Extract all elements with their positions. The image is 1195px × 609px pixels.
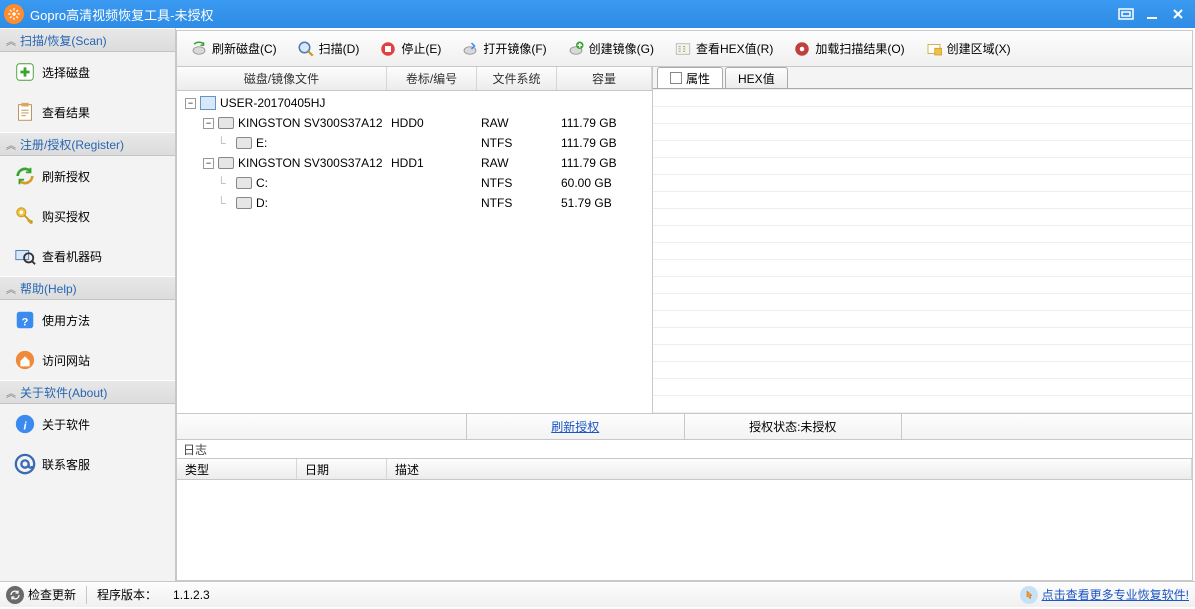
nav-clipboard[interactable]: 查看结果: [0, 92, 175, 132]
accordion-header[interactable]: ︽注册/授权(Register): [0, 132, 175, 156]
open-image-icon: [461, 40, 479, 58]
log-col-desc[interactable]: 描述: [387, 459, 1192, 479]
tree-row[interactable]: −KINGSTON SV300S37A12HDD1RAW111.79 GB: [177, 153, 652, 173]
hex-icon: [674, 40, 692, 58]
disk-icon: [218, 157, 234, 169]
toolbar-refresh-disk[interactable]: 刷新磁盘(C): [181, 34, 286, 64]
computer-icon: [200, 96, 216, 110]
disk-icon: [218, 117, 234, 129]
partition-icon: [236, 197, 252, 209]
toolbar-open-image[interactable]: 打开镜像(F): [452, 34, 555, 64]
close-button[interactable]: [1165, 3, 1191, 25]
chevron-up-icon: ︽: [6, 281, 16, 296]
at-icon: [14, 453, 36, 475]
load-icon: [793, 40, 811, 58]
accordion-header[interactable]: ︽关于软件(About): [0, 380, 175, 404]
detail-pane: 属性 HEX值: [653, 67, 1192, 413]
version-value: 1.1.2.3: [173, 588, 210, 602]
col-disk[interactable]: 磁盘/镜像文件: [177, 67, 387, 90]
toolbar-hex[interactable]: 查看HEX值(R): [665, 34, 782, 64]
log-col-date[interactable]: 日期: [297, 459, 387, 479]
tree-row[interactable]: └E:NTFS111.79 GB: [177, 133, 652, 153]
tree-row[interactable]: −USER-20170405HJ: [177, 93, 652, 113]
nav-info[interactable]: i关于软件: [0, 404, 175, 444]
log-section: 日志 类型 日期 描述: [177, 440, 1192, 580]
auth-bar: 刷新授权 授权状态:未授权: [177, 414, 1192, 440]
toolbar-load[interactable]: 加载扫描结果(O): [784, 34, 913, 64]
main-area: 刷新磁盘(C)扫描(D)停止(E)打开镜像(F)创建镜像(G)查看HEX值(R)…: [176, 30, 1193, 581]
log-col-type[interactable]: 类型: [177, 459, 297, 479]
accordion-header[interactable]: ︽扫描/恢复(Scan): [0, 28, 175, 52]
toolbar-region[interactable]: 创建区域(X): [916, 34, 1020, 64]
help-icon: ?: [14, 309, 36, 331]
nav-refresh[interactable]: 刷新授权: [0, 156, 175, 196]
tree-row[interactable]: −KINGSTON SV300S37A12HDD0RAW111.79 GB: [177, 113, 652, 133]
col-fs[interactable]: 文件系统: [477, 67, 557, 90]
col-size[interactable]: 容量: [557, 67, 652, 90]
nav-key[interactable]: 购买授权: [0, 196, 175, 236]
chevron-up-icon: ︽: [6, 137, 16, 152]
create-image-icon: [567, 40, 585, 58]
log-title: 日志: [177, 440, 1192, 458]
minimize-button[interactable]: [1139, 3, 1165, 25]
toolbar-search[interactable]: 扫描(D): [288, 34, 369, 64]
region-icon: [925, 40, 943, 58]
search-icon: [297, 40, 315, 58]
tree-row[interactable]: └D:NTFS51.79 GB: [177, 193, 652, 213]
tree-header: 磁盘/镜像文件 卷标/编号 文件系统 容量: [177, 67, 652, 91]
chevron-up-icon: ︽: [6, 385, 16, 400]
partition-icon: [236, 137, 252, 149]
detail-grid: [653, 89, 1192, 413]
chevron-up-icon: ︽: [6, 33, 16, 48]
disk-tree[interactable]: −USER-20170405HJ−KINGSTON SV300S37A12HDD…: [177, 91, 652, 413]
sidebar: ︽扫描/恢复(Scan)选择磁盘查看结果︽注册/授权(Register)刷新授权…: [0, 28, 176, 581]
titlebar: Gopro高清视频恢复工具-未授权: [0, 0, 1195, 28]
stop-icon: [379, 40, 397, 58]
info-icon: i: [14, 413, 36, 435]
plus-icon: [14, 61, 36, 83]
doc-icon: [670, 72, 682, 84]
partition-icon: [236, 177, 252, 189]
tree-toggle[interactable]: −: [203, 118, 214, 129]
check-update-button[interactable]: 检查更新: [6, 586, 87, 604]
tab-hex[interactable]: HEX值: [725, 67, 788, 88]
toolbar-stop[interactable]: 停止(E): [370, 34, 450, 64]
toolbar: 刷新磁盘(C)扫描(D)停止(E)打开镜像(F)创建镜像(G)查看HEX值(R)…: [177, 31, 1192, 67]
more-software-link[interactable]: 点击查看更多专业恢复软件!: [1020, 586, 1189, 604]
accordion-header[interactable]: ︽帮助(Help): [0, 276, 175, 300]
app-logo: [4, 4, 24, 24]
home-icon: [14, 349, 36, 371]
log-header: 类型 日期 描述: [177, 458, 1192, 480]
nav-lookup[interactable]: 查看机器码: [0, 236, 175, 276]
restore-button[interactable]: [1113, 3, 1139, 25]
tree-row[interactable]: └C:NTFS60.00 GB: [177, 173, 652, 193]
window-title: Gopro高清视频恢复工具-未授权: [30, 5, 1113, 24]
lookup-icon: [14, 245, 36, 267]
col-label[interactable]: 卷标/编号: [387, 67, 477, 90]
statusbar: 检查更新 程序版本： 1.1.2.3 点击查看更多专业恢复软件!: [0, 581, 1195, 607]
update-icon: [6, 586, 24, 604]
key-icon: [14, 205, 36, 227]
detail-tabs: 属性 HEX值: [653, 67, 1192, 89]
version-label: 程序版本：: [97, 586, 157, 603]
tab-properties[interactable]: 属性: [657, 67, 723, 88]
refresh-disk-icon: [190, 40, 208, 58]
nav-plus[interactable]: 选择磁盘: [0, 52, 175, 92]
toolbar-create-image[interactable]: 创建镜像(G): [558, 34, 663, 64]
clipboard-icon: [14, 101, 36, 123]
nav-at[interactable]: 联系客服: [0, 444, 175, 484]
refresh-icon: [14, 165, 36, 187]
nav-help[interactable]: ?使用方法: [0, 300, 175, 340]
disk-pane: 磁盘/镜像文件 卷标/编号 文件系统 容量 −USER-20170405HJ−K…: [177, 67, 653, 413]
tree-toggle[interactable]: −: [185, 98, 196, 109]
pointer-icon: [1020, 586, 1038, 604]
tree-toggle[interactable]: −: [203, 158, 214, 169]
refresh-auth-link[interactable]: 刷新授权: [551, 418, 599, 435]
auth-status: 授权状态:未授权: [749, 418, 836, 435]
svg-text:?: ?: [22, 317, 29, 329]
log-body: [177, 480, 1192, 580]
nav-home[interactable]: 访问网站: [0, 340, 175, 380]
